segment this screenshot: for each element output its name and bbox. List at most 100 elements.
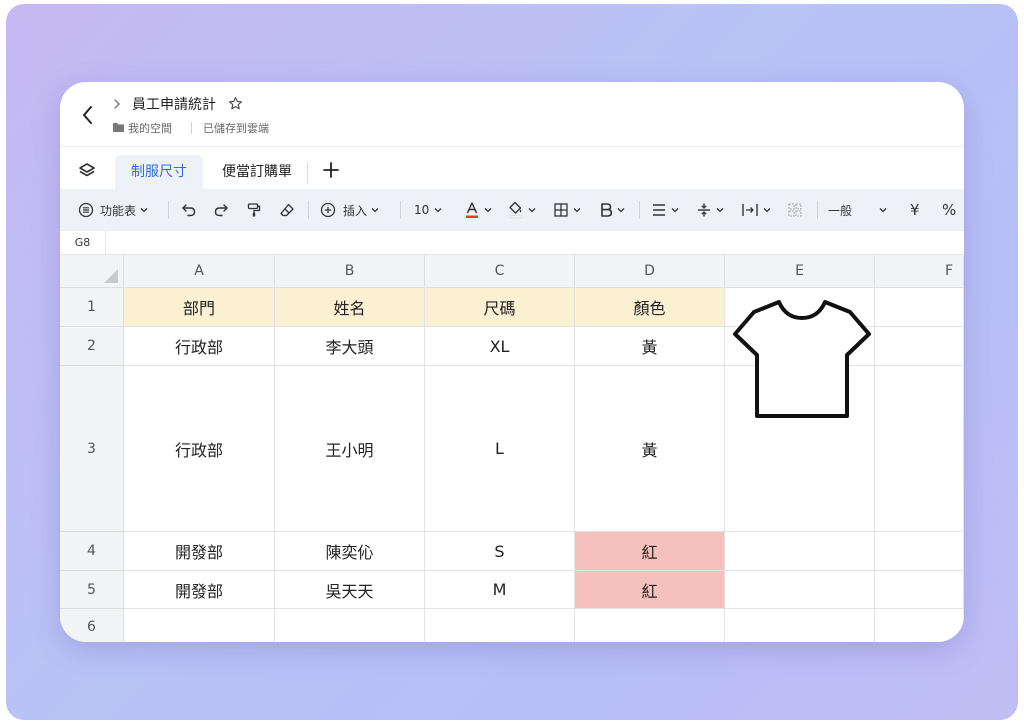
redo-button[interactable] [213,189,229,231]
cell-b6[interactable] [275,609,425,642]
cell-c6[interactable] [425,609,575,642]
toolbar-divider [817,201,818,219]
cell-b5[interactable]: 吳天天 [275,571,425,609]
chevron-down-icon [484,208,492,213]
layers-icon[interactable] [78,162,96,180]
horizontal-align-button[interactable] [651,189,680,231]
tab-bento-order[interactable]: 便當訂購單 [212,155,302,189]
row-header-4[interactable]: 4 [60,532,124,571]
chevron-right-icon [114,99,120,109]
cell-e4[interactable] [725,532,875,571]
row-header-6[interactable]: 6 [60,609,124,642]
eraser-icon [280,203,294,217]
cell-f4[interactable] [875,532,964,571]
insert-button[interactable]: 插入 [320,189,380,231]
redo-icon [214,204,228,217]
column-header-b[interactable]: B [275,255,425,288]
merge-cells-icon [788,203,802,217]
vertical-align-button[interactable] [696,189,725,231]
cell-d3[interactable]: 黃 [575,366,725,532]
folder-icon [113,123,124,132]
cell-f2[interactable] [875,327,964,366]
star-icon[interactable] [228,96,243,111]
cell-c1[interactable]: 尺碼 [425,288,575,327]
document-header: 員工申請統計 我的空間 已儲存到雲端 [60,82,964,146]
clear-format-button[interactable] [279,189,295,231]
back-arrow-icon[interactable] [78,103,98,127]
cell-b1[interactable]: 姓名 [275,288,425,327]
column-header-e[interactable]: E [725,255,875,288]
menu-button[interactable]: 功能表 [78,189,149,231]
format-painter-button[interactable] [246,189,262,231]
cell-f6[interactable] [875,609,964,642]
cell-b3[interactable]: 王小明 [275,366,425,532]
font-size-select[interactable]: 10 [414,189,443,231]
undo-button[interactable] [181,189,197,231]
borders-button[interactable] [553,189,582,231]
header-divider [191,122,192,134]
text-wrap-button[interactable] [741,189,772,231]
corner-triangle-icon [104,269,118,283]
cell-f1[interactable] [875,288,964,327]
percent-symbol: % [942,201,957,219]
tab-divider [307,162,308,184]
cell-reference[interactable]: G8 [60,231,106,255]
cell-c4[interactable]: S [425,532,575,571]
cell-b4[interactable]: 陳奕伈 [275,532,425,571]
location-breadcrumb[interactable]: 我的空間 [128,120,172,136]
cell-c5[interactable]: M [425,571,575,609]
row-header-2[interactable]: 2 [60,327,124,366]
insert-label: 插入 [343,203,368,218]
cell-d6[interactable] [575,609,725,642]
cell-d4[interactable]: 紅 [575,532,725,571]
cell-f3[interactable] [875,366,964,532]
column-header-c[interactable]: C [425,255,575,288]
font-color-button[interactable] [464,189,493,231]
cell-e6[interactable] [725,609,875,642]
chevron-down-icon [617,208,625,213]
cell-d1[interactable]: 顏色 [575,288,725,327]
paint-roller-icon [247,203,261,217]
toolbar-divider [400,201,401,219]
number-format-select[interactable]: 一般 [828,189,888,231]
document-title[interactable]: 員工申請統計 [132,94,216,114]
toolbar-divider [168,201,169,219]
bold-button[interactable] [599,189,626,231]
cell-a4[interactable]: 開發部 [124,532,275,571]
percent-format-button[interactable]: % [942,189,956,231]
row-header-5[interactable]: 5 [60,571,124,609]
cell-a6[interactable] [124,609,275,642]
paint-bucket-icon [509,201,523,219]
chevron-down-icon [879,208,887,213]
cell-c3[interactable]: L [425,366,575,532]
chevron-down-icon [371,208,379,213]
row-header-1[interactable]: 1 [60,288,124,327]
cell-a2[interactable]: 行政部 [124,327,275,366]
column-header-f[interactable]: F [875,255,964,288]
tab-uniform-size[interactable]: 制服尺寸 [115,155,203,189]
font-size-value: 10 [414,203,430,217]
select-all-corner[interactable] [60,255,124,288]
align-lines-icon [653,204,665,216]
row-header-3[interactable]: 3 [60,366,124,532]
cell-d2[interactable]: 黃 [575,327,725,366]
cell-a1[interactable]: 部門 [124,288,275,327]
t-shirt-icon[interactable] [732,294,872,424]
cell-b2[interactable]: 李大頭 [275,327,425,366]
menu-list-icon [78,202,94,218]
column-header-d[interactable]: D [575,255,725,288]
column-header-a[interactable]: A [124,255,275,288]
cell-c2[interactable]: XL [425,327,575,366]
cell-a3[interactable]: 行政部 [124,366,275,532]
formula-bar: G8 [60,231,964,255]
currency-format-button[interactable]: ¥ [910,189,920,231]
cell-d5[interactable]: 紅 [575,571,725,609]
cell-f5[interactable] [875,571,964,609]
chevron-down-icon [671,208,679,213]
fill-color-button[interactable] [508,189,537,231]
merge-cells-button[interactable] [787,189,803,231]
add-sheet-icon[interactable] [322,161,340,179]
cell-e5[interactable] [725,571,875,609]
cell-a5[interactable]: 開發部 [124,571,275,609]
toolbar-divider [639,201,640,219]
